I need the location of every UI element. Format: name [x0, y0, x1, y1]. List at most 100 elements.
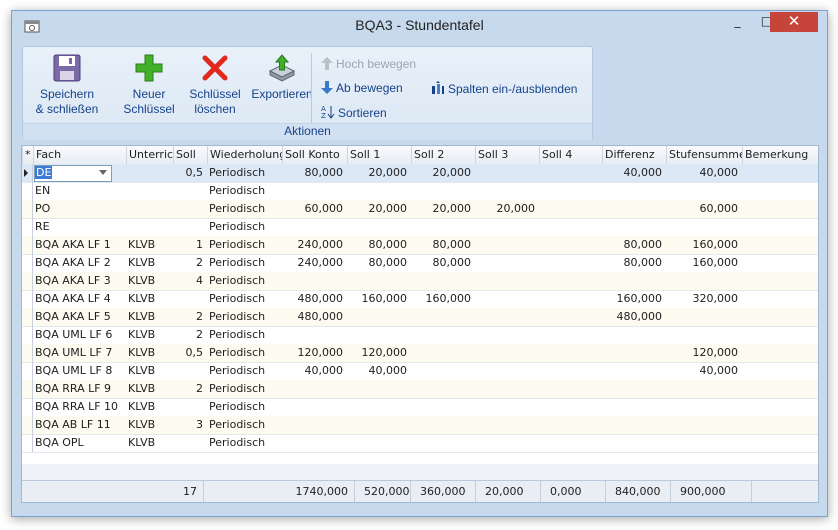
cell-unterricht[interactable]: KLVB: [128, 326, 169, 344]
cell-wiederholung[interactable]: Periodisch: [209, 308, 278, 326]
table-row[interactable]: BQA UML LF 8 KLVB Periodisch 40,000 40,000 40…: [22, 362, 818, 381]
cell-fach[interactable]: BQA AB LF 11: [35, 416, 122, 434]
cell-fach[interactable]: RE: [35, 218, 122, 236]
cell-wiederholung[interactable]: Periodisch: [209, 344, 278, 362]
cell-soll3[interactable]: 20,000: [477, 200, 536, 218]
new-key-button[interactable]: Neuer Schlüssel: [121, 53, 177, 117]
cell-fach[interactable]: BQA AKA LF 2: [35, 254, 122, 272]
row-indicator[interactable]: [22, 398, 33, 416]
cell-soll-konto[interactable]: 240,000: [284, 236, 344, 254]
cell-fach[interactable]: EN: [35, 182, 122, 200]
cell-soll2[interactable]: 160,000: [413, 290, 472, 308]
cell-unterricht[interactable]: KLVB: [128, 290, 169, 308]
column-header-bemerkung[interactable]: Bemerkung: [742, 146, 818, 164]
cell-stufensumme[interactable]: 40,000: [668, 362, 739, 380]
cell-wiederholung[interactable]: Periodisch: [209, 434, 278, 452]
cell-wiederholung[interactable]: Periodisch: [209, 416, 278, 434]
cell-wiederholung[interactable]: Periodisch: [209, 236, 278, 254]
table-row[interactable]: BQA AKA LF 5 KLVB 2 Periodisch 480,000 480,00…: [22, 308, 818, 327]
cell-differenz[interactable]: 80,000: [604, 236, 663, 254]
row-indicator[interactable]: [22, 434, 33, 452]
column-header-unterricht[interactable]: Unterricht: [126, 146, 173, 164]
row-indicator[interactable]: [22, 290, 33, 308]
table-row[interactable]: BQA UML LF 6 KLVB 2 Periodisch: [22, 326, 818, 345]
move-down-button[interactable]: Ab bewegen: [321, 81, 403, 95]
cell-fach[interactable]: BQA AKA LF 3: [35, 272, 122, 290]
row-indicator[interactable]: [22, 254, 33, 272]
cell-wiederholung[interactable]: Periodisch: [209, 254, 278, 272]
cell-soll1[interactable]: 40,000: [349, 362, 408, 380]
cell-unterricht[interactable]: KLVB: [128, 434, 169, 452]
cell-fach[interactable]: BQA AKA LF 5: [35, 308, 122, 326]
column-header-wiederholung[interactable]: Wiederholung: [207, 146, 282, 164]
column-header-soll-konto[interactable]: Soll Konto: [282, 146, 347, 164]
table-row[interactable]: BQA AKA LF 1 KLVB 1 Periodisch 240,000 80,000…: [22, 236, 818, 255]
row-indicator[interactable]: [22, 362, 33, 380]
cell-soll1[interactable]: 80,000: [349, 254, 408, 272]
minimize-button[interactable]: _: [724, 12, 751, 32]
cell-soll[interactable]: 2: [175, 254, 203, 272]
cell-wiederholung[interactable]: Periodisch: [209, 200, 278, 218]
cell-unterricht[interactable]: KLVB: [128, 416, 169, 434]
table-row[interactable]: BQA RRA LF 9 KLVB 2 Periodisch: [22, 380, 818, 399]
cell-unterricht[interactable]: KLVB: [128, 254, 169, 272]
cell-soll[interactable]: 0,5: [175, 344, 204, 362]
row-indicator[interactable]: [22, 272, 33, 290]
cell-soll[interactable]: 2: [175, 380, 203, 398]
cell-unterricht[interactable]: KLVB: [128, 308, 169, 326]
column-header-stufensumme[interactable]: Stufensumme: [666, 146, 742, 164]
cell-soll-konto[interactable]: 120,000: [284, 344, 344, 362]
cell-soll2[interactable]: 80,000: [413, 236, 472, 254]
cell-differenz[interactable]: 40,000: [604, 164, 663, 182]
table-row[interactable]: BQA UML LF 7 KLVB 0,5 Periodisch 120,000 120,…: [22, 344, 818, 363]
cell-fach[interactable]: BQA RRA LF 9: [35, 380, 122, 398]
table-row[interactable]: BQA AKA LF 2 KLVB 2 Periodisch 240,000 80,000…: [22, 254, 818, 273]
cell-soll[interactable]: 2: [175, 308, 203, 326]
row-indicator[interactable]: [22, 380, 33, 398]
cell-fach[interactable]: BQA OPL: [35, 434, 122, 452]
table-row[interactable]: PO Periodisch 60,000 20,000 20,000 20,000 60,0…: [22, 200, 818, 219]
cell-stufensumme[interactable]: 60,000: [668, 200, 739, 218]
cell-soll[interactable]: 2: [175, 326, 203, 344]
cell-wiederholung[interactable]: Periodisch: [209, 380, 278, 398]
cell-fach[interactable]: BQA UML LF 7: [35, 344, 122, 362]
cell-soll[interactable]: 3: [175, 416, 203, 434]
cell-differenz[interactable]: 480,000: [604, 308, 663, 326]
cell-soll-konto[interactable]: 480,000: [284, 308, 344, 326]
move-up-button[interactable]: Hoch bewegen: [321, 57, 416, 71]
cell-fach[interactable]: PO: [35, 200, 122, 218]
row-indicator[interactable]: [22, 416, 33, 434]
cell-soll2[interactable]: 20,000: [413, 164, 472, 182]
cell-fach[interactable]: BQA AKA LF 1: [35, 236, 122, 254]
row-indicator[interactable]: [22, 200, 33, 218]
cell-wiederholung[interactable]: Periodisch: [209, 326, 278, 344]
cell-soll1[interactable]: 160,000: [349, 290, 408, 308]
cell-wiederholung[interactable]: Periodisch: [209, 290, 278, 308]
cell-unterricht[interactable]: KLVB: [128, 362, 169, 380]
column-header-differenz[interactable]: Differenz: [602, 146, 666, 164]
cell-soll2[interactable]: 80,000: [413, 254, 472, 272]
cell-soll-konto[interactable]: 240,000: [284, 254, 344, 272]
cell-wiederholung[interactable]: Periodisch: [209, 164, 278, 182]
cell-wiederholung[interactable]: Periodisch: [209, 182, 278, 200]
row-indicator[interactable]: [22, 164, 33, 182]
column-header-soll4[interactable]: Soll 4: [539, 146, 602, 164]
cell-soll-konto[interactable]: 40,000: [284, 362, 344, 380]
cell-fach[interactable]: BQA AKA LF 4: [35, 290, 122, 308]
column-header-marker[interactable]: *: [22, 146, 33, 164]
table-row[interactable]: BQA AKA LF 4 KLVB Periodisch 480,000 160,000…: [22, 290, 818, 309]
table-row[interactable]: EN Periodisch: [22, 182, 818, 201]
cell-wiederholung[interactable]: Periodisch: [209, 362, 278, 380]
cell-unterricht[interactable]: KLVB: [128, 398, 169, 416]
cell-unterricht[interactable]: KLVB: [128, 272, 169, 290]
delete-key-button[interactable]: Schlüssel löschen: [187, 53, 243, 117]
cell-soll1[interactable]: 80,000: [349, 236, 408, 254]
row-indicator[interactable]: [22, 308, 33, 326]
column-header-fach[interactable]: Fach: [33, 146, 126, 164]
column-header-soll3[interactable]: Soll 3: [475, 146, 539, 164]
chevron-down-icon[interactable]: [99, 170, 107, 176]
cell-unterricht[interactable]: KLVB: [128, 344, 169, 362]
cell-soll1[interactable]: 20,000: [349, 200, 408, 218]
toggle-columns-button[interactable]: Spalten ein-/ausblenden: [431, 81, 577, 96]
column-header-soll[interactable]: Soll: [173, 146, 207, 164]
